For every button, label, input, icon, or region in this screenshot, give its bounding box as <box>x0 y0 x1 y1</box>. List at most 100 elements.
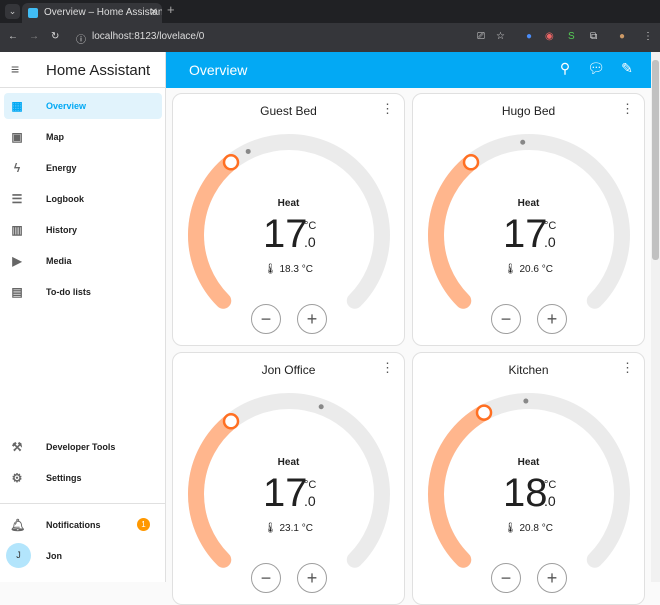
s-extension-icon[interactable]: S <box>568 31 575 42</box>
reload-icon[interactable]: ↻ <box>51 31 59 42</box>
browser-menu-icon[interactable]: ⋮ <box>643 31 653 42</box>
thermometer-icon: 🌡︎ <box>504 523 517 534</box>
sidebar-item-settings[interactable]: ⚙ Settings <box>4 465 162 491</box>
sidebar-item-label: To-do lists <box>46 287 91 297</box>
decrease-button[interactable]: − <box>491 563 521 593</box>
hvac-mode-label: Heat <box>277 457 300 468</box>
current-temperature: 🌡︎ 20.8 °C <box>413 523 644 534</box>
site-info-icon[interactable]: ⓘ <box>76 31 86 46</box>
more-options-icon[interactable]: ⋮ <box>621 102 634 115</box>
temperature-unit: °C <box>544 479 557 491</box>
current-temperature: 🌡︎ 23.1 °C <box>173 523 404 534</box>
sidebar-item-history[interactable]: ▥ History <box>4 217 162 243</box>
current-temperature: 🌡︎ 20.6 °C <box>413 264 644 275</box>
increase-button[interactable]: + <box>537 563 567 593</box>
install-app-icon[interactable]: ⎚ <box>477 31 485 42</box>
scrollbar-thumb[interactable] <box>652 60 659 260</box>
card-title: Guest Bed <box>260 104 317 118</box>
decrease-button[interactable]: − <box>251 563 281 593</box>
hvac-mode-label: Heat <box>277 198 300 209</box>
clipboard-icon: ▤ <box>11 285 23 299</box>
more-options-icon[interactable]: ⋮ <box>621 361 634 374</box>
assist-icon[interactable]: 💬︎ <box>587 60 605 77</box>
sidebar-item-map[interactable]: ▣ Map <box>4 124 162 150</box>
profile-avatar-icon[interactable]: ● <box>619 31 625 42</box>
sidebar-item-notifications[interactable]: 🔔︎ Notifications 1 <box>4 512 162 538</box>
dial-target-arc <box>188 413 240 568</box>
dashboard-icon: ▦ <box>11 99 23 113</box>
sidebar: ≡ Home Assistant ▦ Overview ▣ Map ϟ Energy … <box>0 52 166 582</box>
sidebar-item-todo[interactable]: ▤ To-do lists <box>4 279 162 305</box>
target-handle[interactable] <box>475 404 493 421</box>
sidebar-item-label: Map <box>46 132 64 142</box>
sidebar-item-media[interactable]: ▶ Media <box>4 248 162 274</box>
back-icon[interactable]: ← <box>8 31 18 42</box>
more-options-icon[interactable]: ⋮ <box>381 102 394 115</box>
target-handle[interactable] <box>462 154 480 171</box>
tab-title: Overview – Home Assistant <box>44 7 162 18</box>
temperature-unit: °C <box>544 220 557 232</box>
current-temperature-dot <box>318 404 324 410</box>
sidebar-item-energy[interactable]: ϟ Energy <box>4 155 162 181</box>
thermometer-icon: 🌡︎ <box>264 264 277 275</box>
sidebar-item-label: Media <box>46 256 72 266</box>
extension-icon[interactable]: ◉ <box>545 31 554 42</box>
search-icon[interactable]: ⚲ <box>556 60 574 77</box>
bookmark-star-icon[interactable]: ☆ <box>496 31 505 42</box>
top-app-bar: Overview ⚲ 💬︎ ✎ <box>166 52 651 88</box>
dial-target-arc <box>428 154 480 309</box>
scrollbar[interactable] <box>651 52 660 582</box>
increase-button[interactable]: + <box>297 304 327 334</box>
decrease-button[interactable]: − <box>251 304 281 334</box>
sidebar-item-profile[interactable]: J Jon <box>4 543 162 569</box>
thermometer-icon: 🌡︎ <box>264 523 277 534</box>
browser-tab[interactable]: Overview – Home Assistant ✕ <box>22 3 162 23</box>
sidebar-item-label: Energy <box>46 163 77 173</box>
target-temperature: 18 <box>503 471 548 515</box>
edit-pencil-icon[interactable]: ✎ <box>618 60 636 77</box>
close-tab-icon[interactable]: ✕ <box>150 3 158 23</box>
browser-tab-bar: ⌄ Overview – Home Assistant ✕ + <box>0 0 660 23</box>
current-temperature-dot <box>520 139 526 145</box>
target-handle[interactable] <box>222 413 240 430</box>
more-options-icon[interactable]: ⋮ <box>381 361 394 374</box>
map-icon: ▣ <box>11 130 23 144</box>
current-temperature-dot <box>245 148 251 154</box>
extensions-puzzle-icon[interactable]: ⧉ <box>590 31 597 42</box>
address-bar[interactable]: localhost:8123/lovelace/0 <box>92 31 204 42</box>
password-manager-extension-icon[interactable]: ● <box>526 31 532 42</box>
media-icon: ▶ <box>12 254 22 268</box>
card-title: Kitchen <box>508 363 549 377</box>
temperature-unit: °C <box>304 220 317 232</box>
current-temperature-value: 20.8 °C <box>519 523 553 534</box>
tab-search-button[interactable]: ⌄ <box>5 4 20 19</box>
hvac-mode-label: Heat <box>517 457 540 468</box>
target-handle[interactable] <box>222 154 240 171</box>
forward-icon[interactable]: → <box>29 31 39 42</box>
hammer-icon: ⚒ <box>11 440 23 454</box>
sidebar-item-label: History <box>46 225 78 235</box>
avatar: J <box>6 543 31 568</box>
new-tab-button[interactable]: + <box>167 2 175 17</box>
collapse-menu-icon[interactable]: ≡ <box>11 61 19 77</box>
browser-toolbar: ← → ↻ ⓘ localhost:8123/lovelace/0 ⎚ ☆ ● … <box>0 23 660 52</box>
current-temperature: 🌡︎ 18.3 °C <box>173 264 404 275</box>
thermostat-card: Hugo Bed ⋮ Heat 17 °C .0 🌡︎ 20.6 °C − + <box>412 93 645 346</box>
target-temperature-decimal: .0 <box>544 493 556 509</box>
sidebar-item-label: Overview <box>46 101 87 111</box>
decrease-button[interactable]: − <box>491 304 521 334</box>
increase-button[interactable]: + <box>537 304 567 334</box>
sidebar-item-label: Developer Tools <box>46 442 116 452</box>
sidebar-item-overview[interactable]: ▦ Overview <box>4 93 162 119</box>
target-temperature: 17 <box>263 212 308 256</box>
current-temperature-value: 23.1 °C <box>279 523 313 534</box>
increase-button[interactable]: + <box>297 563 327 593</box>
thermometer-icon: 🌡︎ <box>504 264 517 275</box>
dial-target-arc <box>188 154 240 309</box>
sidebar-item-label: Settings <box>46 473 82 483</box>
sidebar-item-logbook[interactable]: ☰ Logbook <box>4 186 162 212</box>
sidebar-item-label: Logbook <box>46 194 84 204</box>
hvac-mode-label: Heat <box>517 198 540 209</box>
target-temperature-decimal: .0 <box>304 234 316 250</box>
sidebar-item-developer-tools[interactable]: ⚒ Developer Tools <box>4 434 162 460</box>
